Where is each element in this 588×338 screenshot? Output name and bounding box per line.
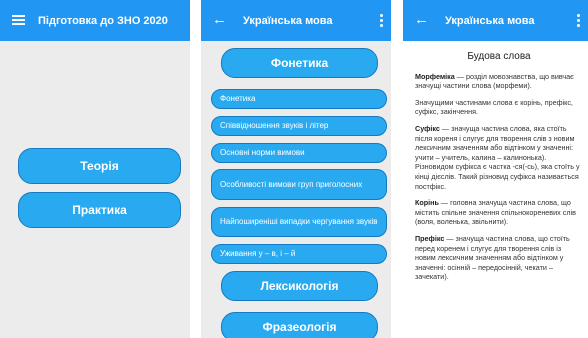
app-bar: ← Українська мова (201, 0, 391, 41)
topic-item[interactable]: Співвідношення звуків і літер (211, 116, 387, 136)
section-lexicology-button[interactable]: Лексикологія (221, 271, 378, 301)
theory-button[interactable]: Теорія (18, 148, 181, 184)
app-bar: ← Українська мова (403, 0, 588, 41)
hamburger-menu-icon[interactable] (12, 15, 25, 25)
app-bar: Підготовка до ЗНО 2020 (0, 0, 190, 41)
app-bar-title: Підготовка до ЗНО 2020 (38, 14, 168, 27)
article-paragraph: Суфікс — значуща частина слова, яка стої… (415, 124, 583, 191)
screen-article: ← Українська мова Будова слова Морфеміка… (403, 0, 588, 338)
article-heading: Будова слова (467, 51, 531, 62)
screen-topics: ← Українська мова Фонетика Фонетика Спів… (201, 0, 391, 338)
app-bar-title: Українська мова (243, 14, 333, 27)
term: Корінь (415, 198, 439, 208)
term: Морфеміка (415, 71, 455, 81)
section-phonetics-button[interactable]: Фонетика (221, 48, 378, 78)
topic-item[interactable]: Основні норми вимови (211, 143, 387, 163)
term: Префікс (415, 233, 445, 243)
section-phraseology-button[interactable]: Фразеологія (221, 312, 378, 338)
more-vert-icon[interactable] (577, 14, 580, 29)
article-paragraph: Префікс — значуща частина слова, що стої… (415, 234, 583, 282)
arrow-back-icon[interactable]: ← (414, 10, 429, 30)
definition: — значуща частина слова, яка стоїть післ… (415, 123, 580, 191)
article-paragraph: Значущими частинами слова є корінь, преф… (415, 98, 583, 117)
topic-item[interactable]: Фонетика (211, 89, 387, 109)
topic-item[interactable]: Уживання у – в, і – й (211, 244, 387, 264)
more-vert-icon[interactable] (380, 14, 383, 29)
term: Суфікс (415, 123, 440, 133)
article-body: Будова слова Морфеміка — розділ мовознав… (415, 52, 583, 289)
article-paragraph: Корінь — головна значуща частина слова, … (415, 198, 583, 227)
practice-button[interactable]: Практика (18, 192, 181, 228)
definition: — головна значуща частина слова, що міст… (415, 198, 576, 227)
topic-item[interactable]: Найпоширеніші випадки чергування звуків (211, 207, 387, 237)
article-paragraph: Морфеміка — розділ мовознавства, що вивч… (415, 72, 583, 91)
screen-main-menu: Підготовка до ЗНО 2020 Теорія Практика (0, 0, 190, 338)
app-bar-title: Українська мова (445, 14, 535, 27)
arrow-back-icon[interactable]: ← (212, 10, 227, 30)
definition: Значущими частинами слова є корінь, преф… (415, 97, 573, 117)
topic-item[interactable]: Особливості вимови груп приголосних (211, 169, 387, 200)
